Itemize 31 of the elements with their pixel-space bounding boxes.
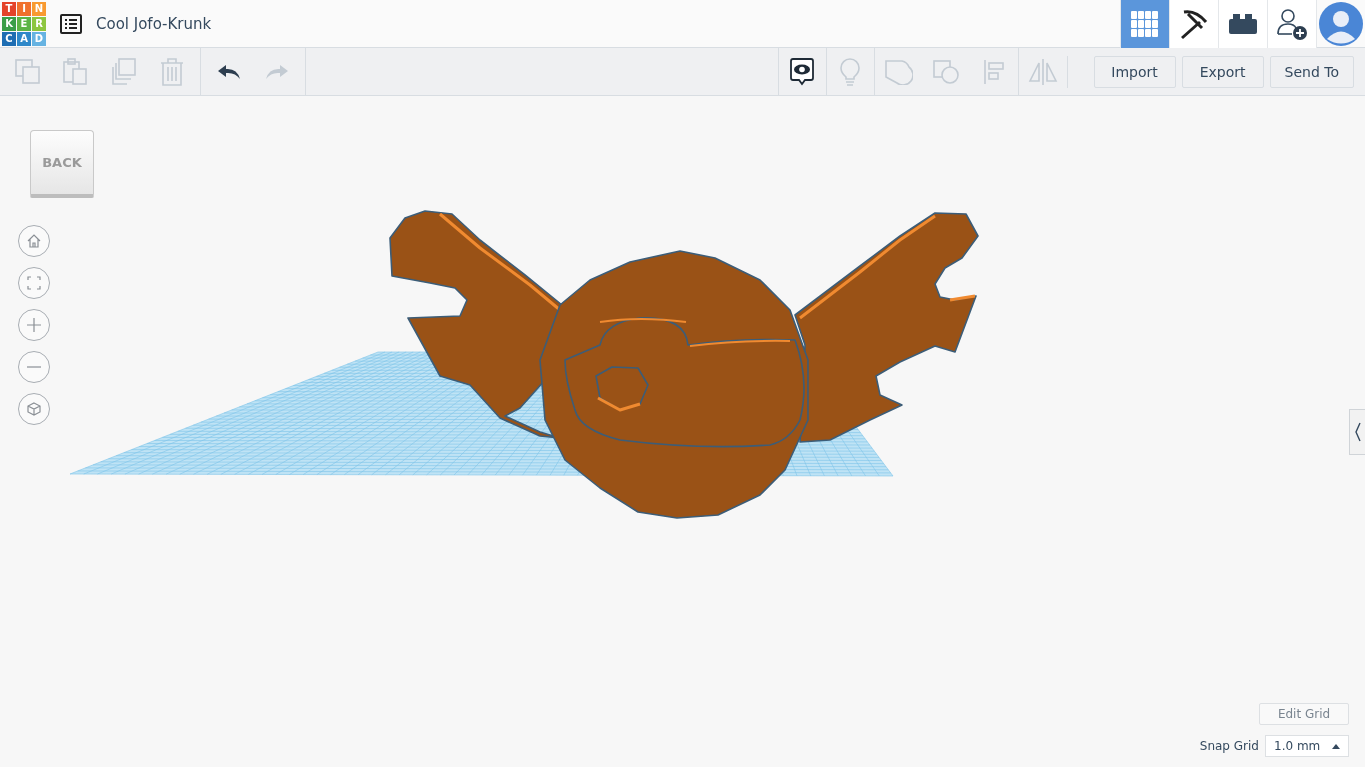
logo-tile: I [17,1,31,16]
chevron-left-icon [1353,422,1362,442]
snap-grid-label: Snap Grid [1199,739,1259,753]
zoom-out-icon[interactable] [18,351,50,383]
collapse-handle[interactable] [1349,409,1365,455]
menu-icon[interactable] [60,13,82,34]
brick-icon[interactable] [1218,0,1267,48]
avatar-icon[interactable] [1316,0,1365,48]
logo-tile: K [2,16,16,31]
add-user-icon[interactable] [1267,0,1316,48]
logo-tile: E [17,16,31,31]
logo-tile: D [32,31,46,46]
snap-grid-dropdown[interactable]: 1.0 mm [1265,735,1349,757]
logo-tile: C [2,31,16,46]
cube-icon[interactable] [18,393,50,425]
home-icon[interactable] [18,225,50,257]
toolbar-button[interactable]: Send To [1269,55,1354,88]
cube-face-label: BACK [42,155,82,170]
fit-view-icon[interactable] [18,267,50,299]
edit-grid-button[interactable]: Edit Grid [1259,703,1349,725]
toolbar-button[interactable]: Import [1093,55,1176,88]
design-title[interactable]: Cool Jofo-Krunk [96,14,212,33]
pickaxe-icon[interactable] [1169,0,1218,48]
logo-tile: A [17,31,31,46]
toolbar-button[interactable]: Export [1181,55,1264,88]
logo-tile: R [32,16,46,31]
logo-tile: T [2,1,16,16]
caret-up-icon [1332,743,1340,749]
logo[interactable]: T I N K E R C A D [2,1,46,46]
zoom-in-icon[interactable] [18,309,50,341]
logo-tile: N [32,1,46,16]
